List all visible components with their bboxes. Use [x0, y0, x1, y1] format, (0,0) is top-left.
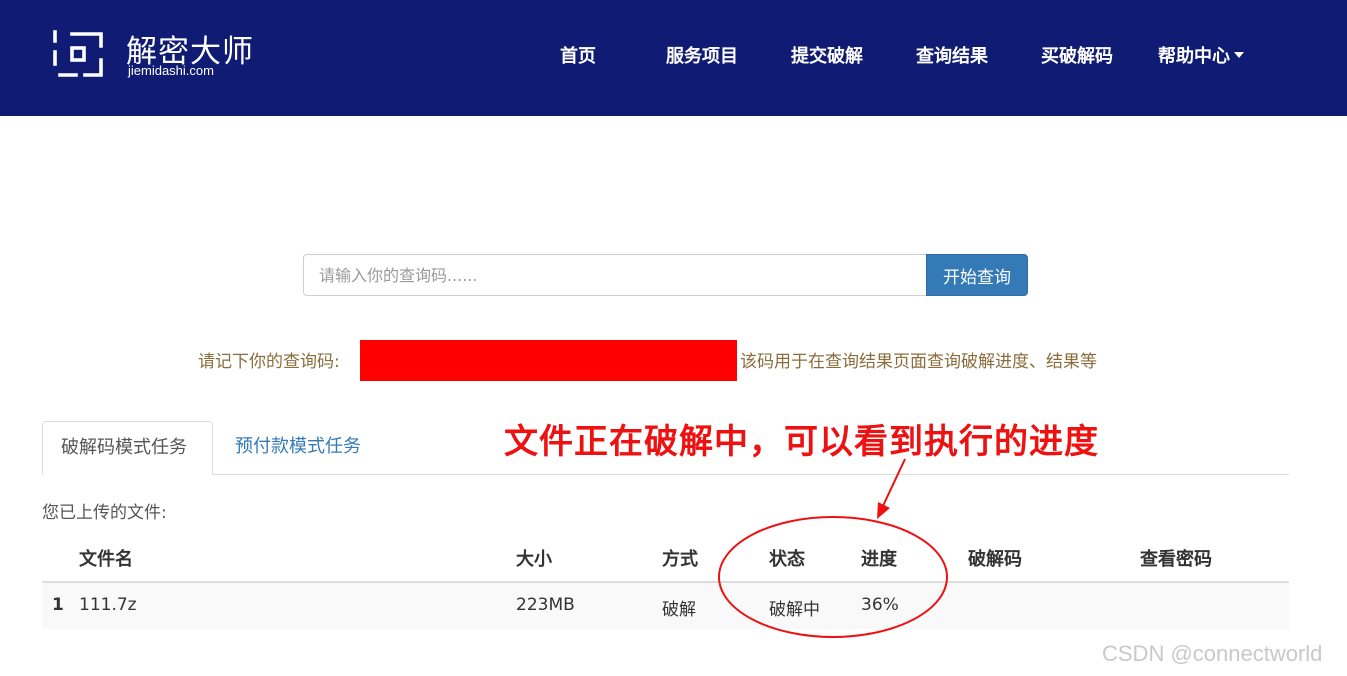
query-code-input[interactable] [303, 254, 927, 296]
site-logo[interactable]: 解密大师 jiemidashi.com [52, 28, 262, 88]
uploaded-files-label: 您已上传的文件: [42, 503, 167, 523]
logo-subtitle: jiemidashi.com [128, 63, 214, 78]
logo-mark-icon [53, 30, 103, 77]
row-index: 1 [52, 595, 64, 615]
nav-help-center[interactable]: 帮助中心 [1158, 42, 1244, 68]
column-header-size: 大小 [516, 549, 552, 570]
start-query-button[interactable]: 开始查询 [926, 254, 1028, 296]
column-header-filename: 文件名 [79, 549, 133, 570]
column-header-status: 状态 [769, 549, 805, 570]
file-status-cell: 破解中 [769, 600, 820, 620]
tab-prepaid-tasks[interactable]: 预付款模式任务 [217, 421, 379, 475]
nav-query-results[interactable]: 查询结果 [916, 42, 988, 68]
query-code-redaction [360, 340, 737, 381]
file-progress-cell: 36% [861, 595, 899, 615]
top-navbar: 解密大师 jiemidashi.com 首页 服务项目 提交破解 查询结果 买破… [0, 0, 1347, 116]
nav-submit-crack[interactable]: 提交破解 [791, 42, 863, 68]
file-mode-cell: 破解 [662, 600, 696, 620]
column-header-view-password: 查看密码 [1140, 549, 1212, 570]
watermark: CSDN @connectworld [1102, 641, 1323, 666]
nav-help-center-label: 帮助中心 [1158, 46, 1230, 67]
annotation-text: 文件正在破解中，可以看到执行的进度 [504, 422, 1099, 462]
column-header-progress: 进度 [861, 549, 897, 570]
file-name-cell: 111.7z [79, 595, 137, 615]
nav-buy-code[interactable]: 买破解码 [1041, 42, 1113, 68]
annotation-arrowhead-icon [877, 502, 890, 519]
column-header-crack-code: 破解码 [968, 549, 1022, 570]
tab-crack-code-tasks[interactable]: 破解码模式任务 [42, 421, 213, 475]
query-code-label: 请记下你的查询码: [198, 352, 340, 372]
annotation-arrow-line [881, 458, 906, 509]
query-code-note: 该码用于在查询结果页面查询破解进度、结果等 [740, 352, 1097, 372]
caret-down-icon [1234, 52, 1244, 58]
nav-services[interactable]: 服务项目 [666, 42, 738, 68]
file-size-cell: 223MB [516, 595, 575, 615]
column-header-mode: 方式 [662, 549, 698, 570]
nav-home[interactable]: 首页 [560, 42, 596, 68]
